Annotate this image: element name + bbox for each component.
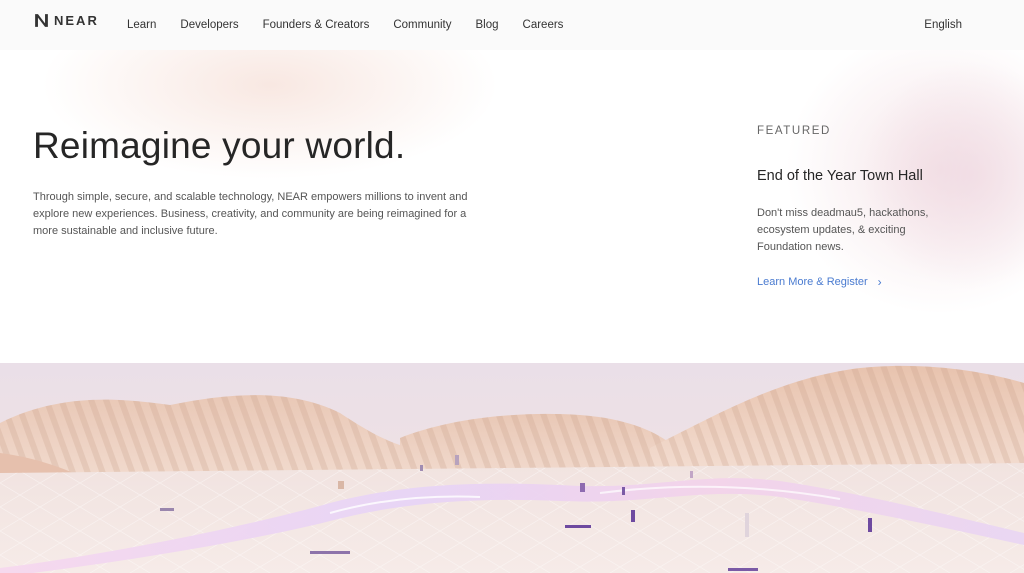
nav-item-careers[interactable]: Careers [523,19,564,31]
near-logo[interactable]: NEAR [33,12,99,29]
featured-title: End of the Year Town Hall [757,168,923,184]
learn-more-register-link[interactable]: Learn More & Register › [757,275,882,289]
nav-item-community[interactable]: Community [393,19,451,31]
logo-text: NEAR [54,13,99,28]
top-navigation: NEAR Learn Developers Founders & Creator… [0,0,1024,50]
page-title: Reimagine your world. [33,125,406,166]
hero-landscape-illustration [0,363,1024,573]
chevron-right-icon: › [877,275,882,289]
nav-item-founders-creators[interactable]: Founders & Creators [263,19,370,31]
desert-landscape-image [0,363,1024,573]
main-menu: Learn Developers Founders & Creators Com… [127,0,563,50]
featured-description: Don't miss deadmau5, hackathons, ecosyst… [757,207,929,253]
nav-item-developers[interactable]: Developers [180,19,238,31]
featured-link-label: Learn More & Register [757,276,868,288]
nav-item-learn[interactable]: Learn [127,19,156,31]
language-selector[interactable]: English [924,0,962,50]
hero-intro-text: Through simple, secure, and scalable tec… [33,191,468,237]
nav-item-blog[interactable]: Blog [476,19,499,31]
hero-section: Reimagine your world. Through simple, se… [0,50,1024,363]
featured-label: FEATURED [757,125,831,137]
near-logo-icon [35,14,48,27]
